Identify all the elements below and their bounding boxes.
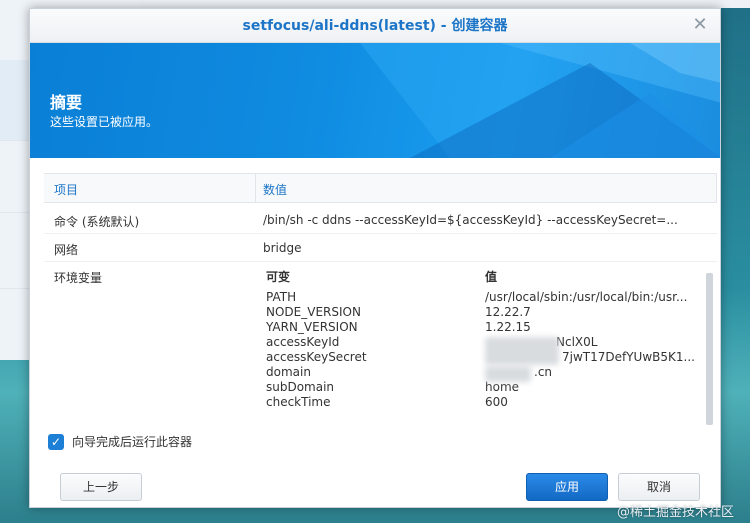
run-after-wizard-checkbox[interactable]: ✓ 向导完成后运行此容器 bbox=[48, 433, 192, 450]
table-row: 命令 (系统默认) /bin/sh -c ddns --accessKeyId=… bbox=[44, 206, 717, 234]
create-container-dialog: setfocus/ali-ddns(latest) - 创建容器 ✕ 摘要 这些… bbox=[29, 8, 721, 508]
env-value: home bbox=[485, 380, 520, 394]
env-name: accessKeyId bbox=[266, 335, 340, 349]
env-value: 1.22.15 bbox=[485, 320, 531, 334]
env-name: checkTime bbox=[266, 395, 331, 409]
env-name: domain bbox=[266, 365, 311, 379]
column-header-value[interactable]: 数值 bbox=[263, 181, 287, 198]
banner-decoration bbox=[360, 43, 720, 158]
checkbox-label: 向导完成后运行此容器 bbox=[72, 435, 193, 449]
env-value: /usr/local/sbin:/usr/local/bin:/usr... bbox=[485, 290, 688, 304]
summary-table: 项目 数值 命令 (系统默认) /bin/sh -c ddns --access… bbox=[44, 173, 717, 418]
env-name: PATH bbox=[266, 290, 297, 304]
background-topbar bbox=[140, 0, 750, 8]
row-key: 环境变量 bbox=[54, 271, 103, 285]
env-header-value: 值 bbox=[485, 270, 498, 284]
env-name: NODE_VERSION bbox=[266, 305, 361, 319]
cancel-button[interactable]: 取消 bbox=[618, 473, 700, 501]
close-icon[interactable]: ✕ bbox=[690, 15, 710, 35]
column-header-item[interactable]: 项目 bbox=[54, 181, 78, 198]
row-key: 网络 bbox=[54, 243, 79, 257]
env-value: 7jwT17DefYUwB5K1... bbox=[562, 350, 695, 364]
env-value: .cn bbox=[534, 365, 553, 379]
env-variables-list: 可变 值 PATH /usr/local/sbin:/usr/local/bin… bbox=[266, 268, 704, 409]
table-row-env: 环境变量 可变 值 PATH /usr/local/sbin:/usr/loca… bbox=[44, 262, 717, 414]
table-row: 网络 bridge bbox=[44, 234, 717, 262]
checkbox-checked-icon[interactable]: ✓ bbox=[48, 433, 64, 450]
redacted-blur bbox=[485, 366, 531, 382]
env-header-name: 可变 bbox=[266, 270, 291, 284]
env-value: NclX0L bbox=[556, 335, 598, 349]
env-name: subDomain bbox=[266, 380, 335, 394]
summary-banner: 摘要 这些设置已被应用。 bbox=[30, 43, 720, 158]
env-value: 600 bbox=[485, 395, 508, 409]
banner-title: 摘要 bbox=[50, 93, 83, 112]
env-value: 12.22.7 bbox=[485, 305, 531, 319]
dialog-title: setfocus/ali-ddns(latest) - 创建容器 bbox=[30, 9, 720, 43]
env-name: YARN_VERSION bbox=[266, 320, 358, 334]
banner-subtitle: 这些设置已被应用。 bbox=[50, 115, 159, 129]
row-key: 命令 (系统默认) bbox=[54, 215, 140, 229]
redacted-blur bbox=[485, 337, 559, 365]
env-name: accessKeySecret bbox=[266, 350, 367, 364]
watermark: @稀土掘金技术社区 bbox=[616, 505, 734, 520]
scrollbar[interactable] bbox=[706, 273, 713, 425]
previous-button[interactable]: 上一步 bbox=[60, 473, 142, 501]
table-header: 项目 数值 bbox=[44, 173, 717, 203]
row-value: /bin/sh -c ddns --accessKeyId=${accessKe… bbox=[263, 213, 678, 227]
apply-button[interactable]: 应用 bbox=[526, 473, 608, 501]
row-value: bridge bbox=[263, 241, 302, 255]
